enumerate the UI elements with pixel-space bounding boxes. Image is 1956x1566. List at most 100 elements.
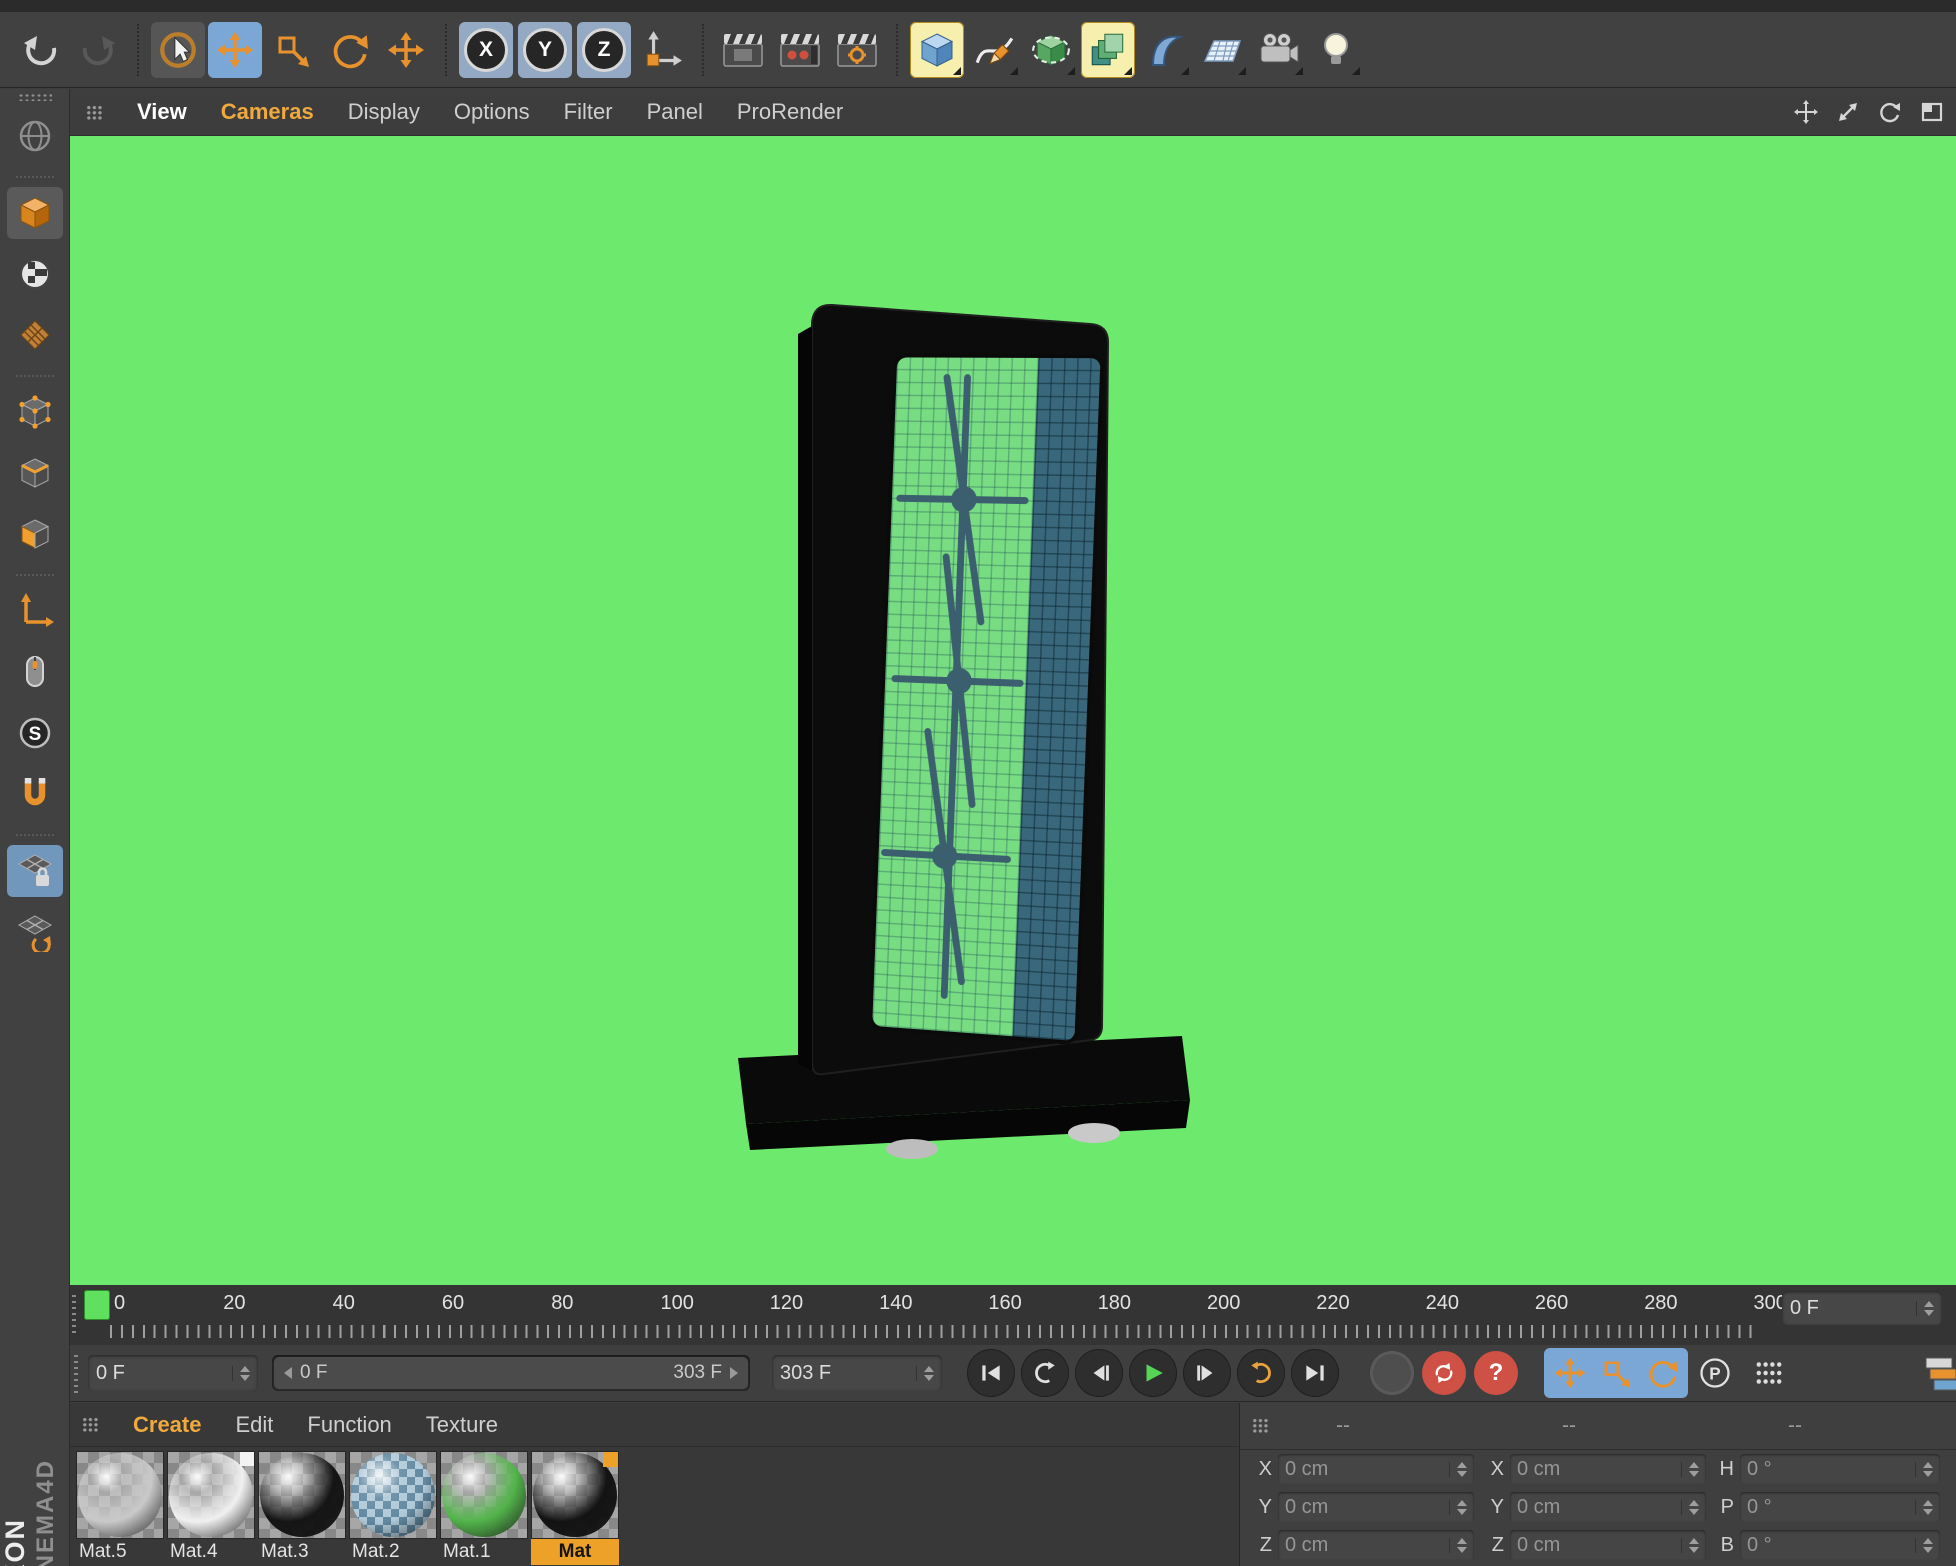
coordinate-drag-handle[interactable] <box>1252 1418 1269 1433</box>
material-thumbnail[interactable] <box>76 1451 164 1539</box>
material-item[interactable]: Mat.4 <box>167 1451 255 1565</box>
rotate-tool[interactable] <box>322 22 376 78</box>
bend-deformer-button[interactable] <box>1138 22 1192 78</box>
transport-drag-handle[interactable] <box>74 1353 78 1393</box>
render-to-picture-viewer-button[interactable] <box>773 22 827 78</box>
record-position-button[interactable] <box>1547 1351 1593 1395</box>
stepper-icon[interactable] <box>1449 1461 1467 1477</box>
subdivision-surface-button[interactable] <box>1024 22 1078 78</box>
keyframe-selection-button[interactable]: ? <box>1474 1351 1518 1395</box>
viewport-rotate-button[interactable] <box>1876 98 1904 126</box>
y-axis-lock-button[interactable]: Y <box>518 21 572 78</box>
magnet-tool-button[interactable] <box>7 768 63 820</box>
material-name[interactable]: Mat <box>531 1539 619 1565</box>
next-frame-button[interactable] <box>1183 1349 1231 1397</box>
last-used-tool[interactable] <box>379 22 433 78</box>
rotation-b-field[interactable]: 0 ° <box>1740 1530 1940 1560</box>
ruler-frame-field[interactable]: 0 F <box>1782 1291 1942 1325</box>
global-mode-button[interactable] <box>7 110 63 162</box>
model-mode-button[interactable] <box>6 187 63 239</box>
rotation-p-field[interactable]: 0 ° <box>1740 1492 1940 1522</box>
stepper-icon[interactable] <box>1915 1461 1933 1477</box>
record-scale-button[interactable] <box>1593 1351 1639 1395</box>
material-item[interactable]: Mat.3 <box>258 1451 346 1565</box>
material-thumbnail[interactable] <box>258 1451 346 1539</box>
size-y-field[interactable]: 0 cm <box>1510 1492 1706 1522</box>
menu-view[interactable]: View <box>137 99 187 125</box>
material-thumbnail[interactable] <box>167 1451 255 1539</box>
enable-axis-button[interactable] <box>7 585 63 637</box>
size-z-field[interactable]: 0 cm <box>1510 1530 1706 1560</box>
polygons-mode-button[interactable] <box>7 508 63 560</box>
texture-axis-mode-button[interactable] <box>7 309 63 361</box>
lock-workplane-button[interactable] <box>6 845 63 897</box>
position-z-field[interactable]: 0 cm <box>1278 1530 1474 1560</box>
stepper-icon[interactable] <box>1916 1300 1934 1316</box>
viewport-pan-button[interactable] <box>1792 98 1820 126</box>
menu-prorender[interactable]: ProRender <box>737 99 843 125</box>
material-name[interactable]: Mat.1 <box>440 1539 528 1565</box>
floor-object-button[interactable] <box>1195 22 1249 78</box>
position-x-field[interactable]: 0 cm <box>1278 1454 1474 1484</box>
material-thumbnail[interactable] <box>531 1451 619 1539</box>
points-mode-button[interactable] <box>7 386 63 438</box>
live-selection-tool[interactable] <box>151 21 205 78</box>
menu-filter[interactable]: Filter <box>564 99 613 125</box>
stepper-icon[interactable] <box>1681 1537 1699 1553</box>
menu-function[interactable]: Function <box>307 1412 391 1438</box>
add-cube-button[interactable] <box>910 21 964 78</box>
menu-edit[interactable]: Edit <box>235 1412 273 1438</box>
material-name[interactable]: Mat.2 <box>349 1539 437 1565</box>
goto-end-button[interactable] <box>1291 1349 1339 1397</box>
render-settings-button[interactable] <box>830 22 884 78</box>
material-item[interactable]: Mat.2 <box>349 1451 437 1565</box>
menu-create[interactable]: Create <box>133 1412 201 1438</box>
camera-object-button[interactable] <box>1252 22 1306 78</box>
material-item[interactable]: Mat.1 <box>440 1451 528 1565</box>
render-view-button[interactable] <box>716 22 770 78</box>
sidebar-drag-handle[interactable] <box>17 93 52 101</box>
material-item-selected[interactable]: Mat <box>531 1451 619 1565</box>
goto-start-button[interactable] <box>967 1349 1015 1397</box>
play-backwards-button[interactable] <box>1021 1349 1069 1397</box>
clipped-layer-button[interactable] <box>1922 1352 1956 1396</box>
menu-texture[interactable]: Texture <box>426 1412 498 1438</box>
edges-mode-button[interactable] <box>7 447 63 499</box>
move-tool[interactable] <box>208 21 262 78</box>
menu-panel[interactable]: Panel <box>647 99 703 125</box>
material-name[interactable]: Mat.3 <box>258 1539 346 1565</box>
viewport-canvas[interactable] <box>70 136 1956 1285</box>
menu-options[interactable]: Options <box>454 99 530 125</box>
snap-button[interactable]: S <box>7 707 63 759</box>
stepper-icon[interactable] <box>1681 1461 1699 1477</box>
size-x-field[interactable]: 0 cm <box>1510 1454 1706 1484</box>
viewport-tweak-button[interactable] <box>7 646 63 698</box>
current-frame-field[interactable]: 0 F <box>88 1355 258 1391</box>
viewport-maximize-button[interactable] <box>1918 98 1946 126</box>
instance-array-button[interactable] <box>1081 21 1135 78</box>
viewport-zoom-button[interactable] <box>1834 98 1862 126</box>
timeline-ruler[interactable]: 0 20 40 60 80 100 120 140 160 180 200 22… <box>70 1285 1956 1346</box>
menu-display[interactable]: Display <box>348 99 420 125</box>
end-frame-field[interactable]: 303 F <box>772 1355 942 1391</box>
loop-mode-button[interactable] <box>1237 1349 1285 1397</box>
timeline-range-slider[interactable]: 0 F 303 F <box>272 1355 750 1391</box>
x-axis-lock-button[interactable]: X <box>459 21 513 78</box>
stepper-icon[interactable] <box>1449 1499 1467 1515</box>
record-rotation-button[interactable] <box>1639 1351 1685 1395</box>
workplane-mode-button[interactable] <box>7 906 63 958</box>
autokey-button[interactable] <box>1422 1351 1466 1395</box>
material-name[interactable]: Mat.4 <box>167 1539 255 1565</box>
range-slider-grip[interactable]: 0 F 303 F <box>274 1357 748 1389</box>
rotation-h-field[interactable]: 0 ° <box>1740 1454 1940 1484</box>
material-item[interactable]: Mat.5 <box>76 1451 164 1565</box>
stepper-icon[interactable] <box>1915 1499 1933 1515</box>
undo-button[interactable] <box>14 22 68 78</box>
scale-tool[interactable] <box>265 22 319 78</box>
stepper-icon[interactable] <box>232 1365 250 1381</box>
material-drag-handle[interactable] <box>82 1417 99 1432</box>
menu-cameras[interactable]: Cameras <box>221 99 314 125</box>
stepper-icon[interactable] <box>1681 1499 1699 1515</box>
ruler-drag-handle[interactable] <box>72 1295 76 1333</box>
keyframe-record-disabled-button[interactable] <box>1370 1351 1414 1395</box>
